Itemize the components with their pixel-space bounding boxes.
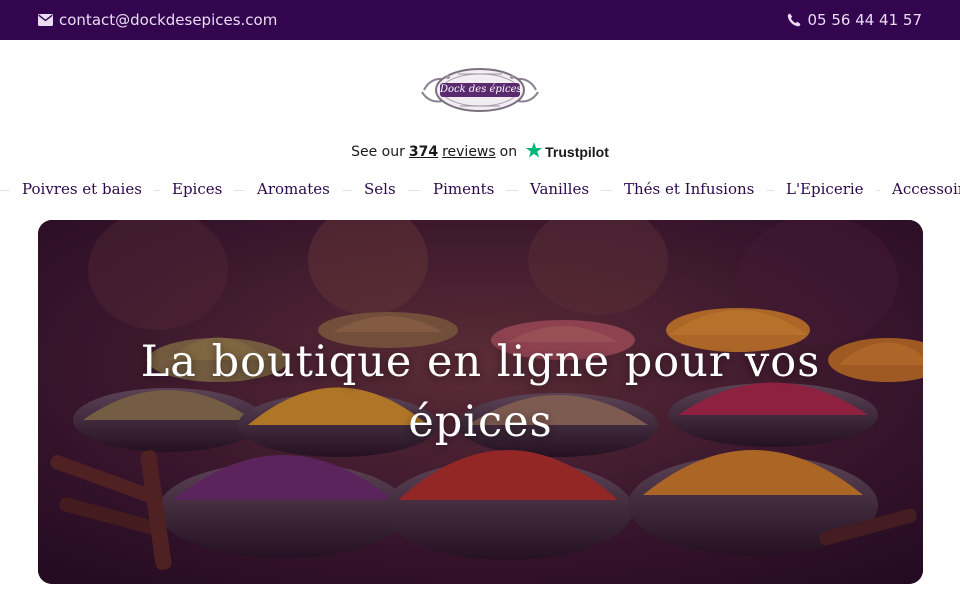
trustpilot-widget[interactable]: See our 374 reviews on Trustpilot <box>0 141 960 162</box>
nav-item-piments[interactable]: Piments <box>421 178 507 202</box>
nav-item-poivres[interactable]: Poivres et baies <box>10 178 154 202</box>
nav-item-thes-infusions[interactable]: Thés et Infusions <box>612 178 767 202</box>
site-logo[interactable]: Dock des épices <box>418 64 542 116</box>
trustpilot-logo[interactable]: Trustpilot <box>525 141 609 162</box>
logo-text: Dock des épices <box>440 84 522 95</box>
hero-title: La boutique en ligne pour vos épices <box>140 337 821 447</box>
nav-item-accessoires[interactable]: Accessoires <box>880 178 960 202</box>
trustpilot-star-icon <box>525 141 543 162</box>
trustpilot-brand: Trustpilot <box>545 143 609 160</box>
nav-item-epicerie[interactable]: L'Epicerie <box>774 178 876 202</box>
trustpilot-prefix: See our <box>351 143 405 160</box>
nav-item-aromates[interactable]: Aromates <box>245 178 342 202</box>
contact-email-text: contact@dockdesepices.com <box>59 11 278 29</box>
envelope-icon <box>38 14 53 26</box>
hero-banner[interactable]: La boutique en ligne pour vos épices <box>38 220 923 584</box>
nav-item-epices[interactable]: Epices <box>160 178 235 202</box>
contact-phone-text: 05 56 44 41 57 <box>807 11 922 29</box>
top-bar: contact@dockdesepices.com 05 56 44 41 57 <box>0 0 960 40</box>
phone-icon <box>787 13 801 27</box>
contact-email-link[interactable]: contact@dockdesepices.com <box>38 11 277 29</box>
main-navigation: Poivres et baies Epices Aromates Sels Pi… <box>0 178 960 202</box>
reviews-link[interactable]: reviews <box>442 144 496 160</box>
review-count[interactable]: 374 <box>409 144 438 160</box>
contact-phone-link[interactable]: 05 56 44 41 57 <box>787 11 922 29</box>
trustpilot-on: on <box>499 143 518 160</box>
nav-item-vanilles[interactable]: Vanilles <box>518 178 602 202</box>
nav-item-sels[interactable]: Sels <box>352 178 408 202</box>
